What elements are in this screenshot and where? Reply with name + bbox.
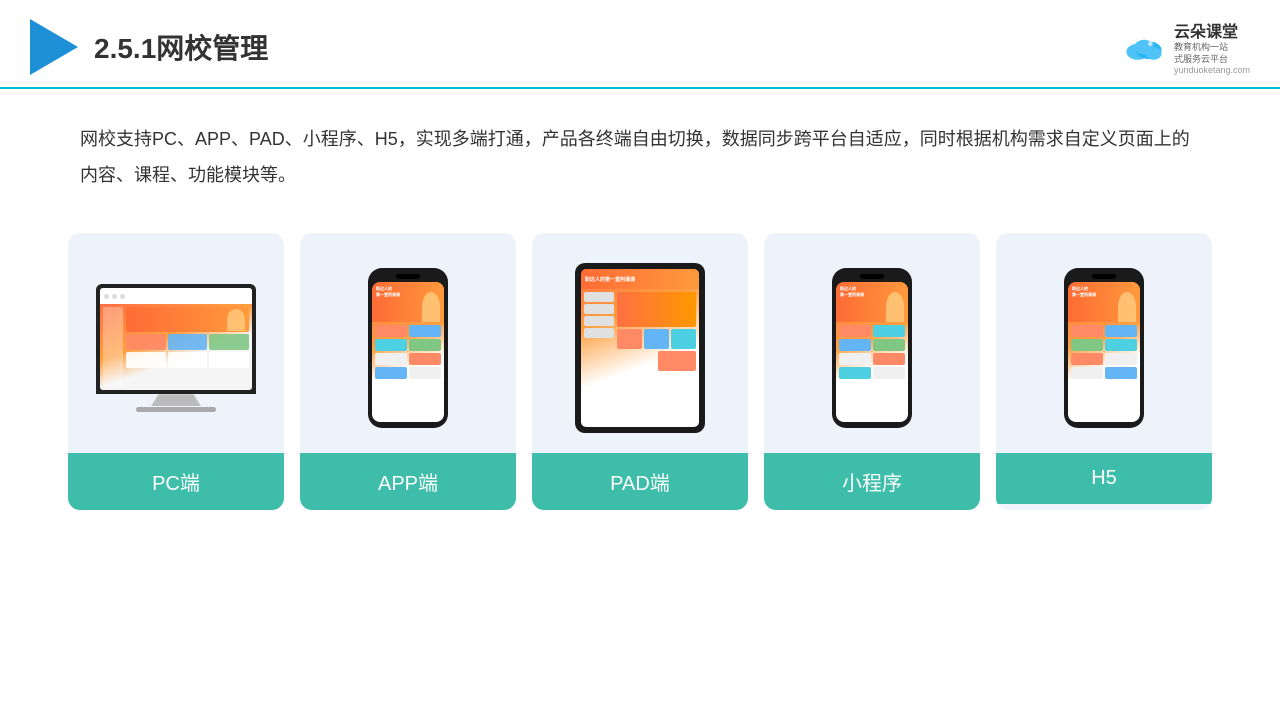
platform-cards: PC端 职达人的第一堂判课课: [0, 213, 1280, 540]
header-left: 2.5.1网校管理: [30, 19, 268, 75]
description-text: 网校支持PC、APP、PAD、小程序、H5，实现多端打通，产品各终端自由切换，数…: [0, 89, 1280, 213]
cloud-icon: [1120, 31, 1168, 63]
brand-name-cn: 云朵课堂: [1174, 18, 1250, 42]
card-pc-label: PC端: [68, 453, 284, 510]
card-pc-image: [68, 233, 284, 453]
pad-mockup: 职达人的第一堂判课课: [575, 263, 705, 433]
pc-stand: [151, 394, 201, 406]
card-pc: PC端: [68, 233, 284, 510]
card-app-label: APP端: [300, 453, 516, 510]
header: 2.5.1网校管理 云朵课堂 教育机构一站 式服务云平台 yunduoketan…: [0, 0, 1280, 89]
card-app-image: 职达人的第一堂判课课: [300, 233, 516, 453]
phone-h5-mockup: 职达人的第一堂判课课: [1064, 268, 1144, 428]
brand-area: 云朵课堂 教育机构一站 式服务云平台 yunduoketang.com: [1120, 18, 1250, 75]
pc-screen: [96, 284, 256, 394]
phone-app-mockup: 职达人的第一堂判课课: [368, 268, 448, 428]
brand-text: 云朵课堂 教育机构一站 式服务云平台 yunduoketang.com: [1174, 18, 1250, 75]
card-h5-label: H5: [996, 453, 1212, 504]
logo-triangle-icon: [30, 19, 78, 75]
phone-miniprogram-mockup: 职达人的第一堂判课课: [832, 268, 912, 428]
card-app: 职达人的第一堂判课课: [300, 233, 516, 510]
card-miniprogram-label: 小程序: [764, 453, 980, 510]
card-h5: 职达人的第一堂判课课: [996, 233, 1212, 510]
card-pad: 职达人的第一堂判课课: [532, 233, 748, 510]
card-h5-image: 职达人的第一堂判课课: [996, 233, 1212, 453]
card-pad-label: PAD端: [532, 453, 748, 510]
card-miniprogram: 职达人的第一堂判课课: [764, 233, 980, 510]
page-title: 2.5.1网校管理: [94, 27, 268, 67]
card-miniprogram-image: 职达人的第一堂判课课: [764, 233, 980, 453]
brand-tagline: 教育机构一站 式服务云平台: [1174, 42, 1250, 65]
brand-url: yunduoketang.com: [1174, 65, 1250, 75]
card-pad-image: 职达人的第一堂判课课: [532, 233, 748, 453]
pc-mockup: [96, 284, 256, 412]
brand-row: 云朵课堂 教育机构一站 式服务云平台 yunduoketang.com: [1120, 18, 1250, 75]
pc-base: [136, 407, 216, 412]
